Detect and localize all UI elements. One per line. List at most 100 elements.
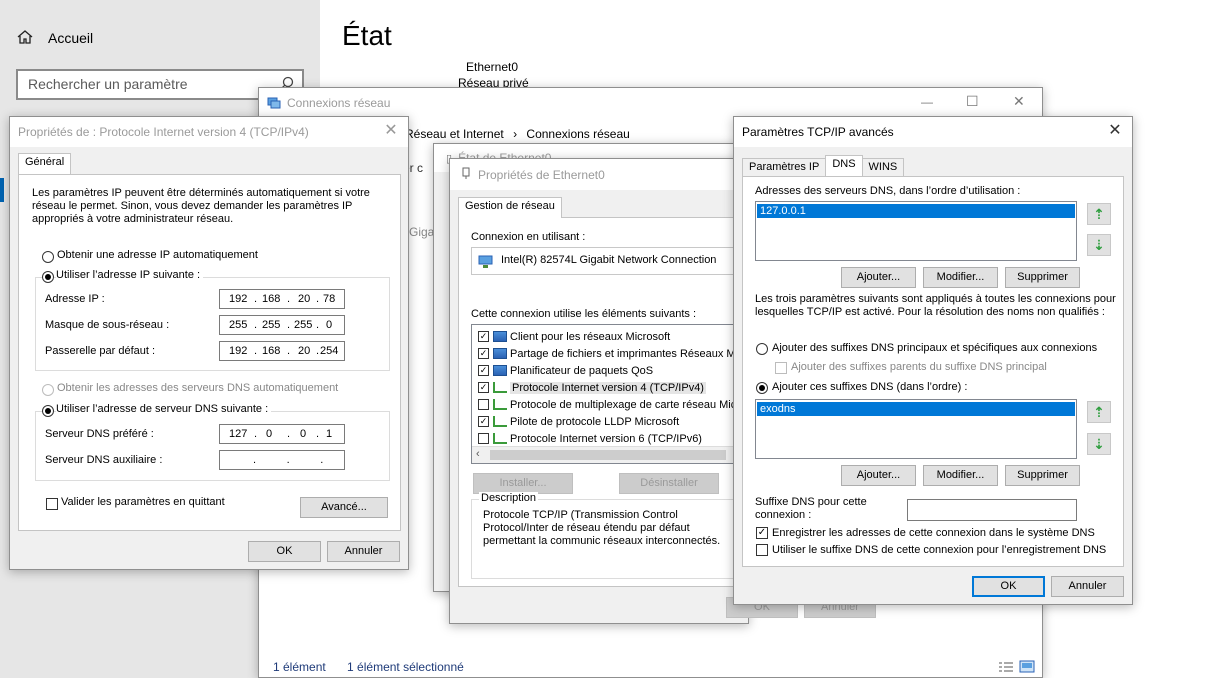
parent-suffix-checkbox[interactable] [775, 362, 787, 374]
list-item[interactable]: Protocole Internet version 6 (TCP/IPv6) [478, 430, 702, 447]
list-item[interactable]: 127.0.0.1 [757, 204, 1075, 218]
install-button[interactable]: Installer... [473, 473, 573, 494]
list-item[interactable]: ✓ Partage de fichiers et imprimantes Rés… [478, 345, 742, 362]
gateway-octet: 192 [229, 345, 248, 357]
close-button[interactable]: ✕ [1104, 122, 1126, 142]
home-nav-item[interactable]: Accueil [16, 28, 93, 48]
advanced-button[interactable]: Avancé... [300, 497, 388, 518]
list-item[interactable]: ✓ Pilote de protocole LLDP Microsoft [478, 413, 679, 430]
suffix-move-up-icon[interactable]: ⇡ [1087, 401, 1111, 423]
network-adapter-icon [478, 255, 494, 272]
dns-servers-list[interactable]: 127.0.0.1 [755, 201, 1077, 261]
maximize-button[interactable]: ☐ [966, 93, 979, 110]
register-checkbox[interactable]: ✓ [756, 527, 768, 539]
item-checkbox[interactable]: ✓ [478, 416, 489, 427]
auto-ip-radio[interactable] [42, 251, 54, 263]
item-checkbox[interactable]: ✓ [478, 382, 489, 393]
primary-suffix-label: Ajouter des suffixes DNS principaux et s… [772, 342, 1098, 354]
tab-general[interactable]: Général [18, 153, 72, 174]
ipv4-title: Propriétés de : Protocole Internet versi… [18, 125, 309, 139]
gateway-field[interactable]: 192. 168. 20. 254 [219, 341, 345, 361]
suffix-add-button[interactable]: Ajouter... [841, 465, 916, 486]
uninstall-button[interactable]: Désinstaller [619, 473, 719, 494]
manual-dns-radio[interactable] [42, 405, 54, 417]
item-label: Client pour les réseaux Microsoft [510, 330, 671, 343]
item-checkbox[interactable]: ✓ [478, 331, 489, 342]
validate-checkbox[interactable] [46, 498, 58, 510]
dot: . [254, 319, 258, 331]
large-icons-view-icon[interactable] [1019, 660, 1035, 676]
suffix-delete-button[interactable]: Supprimer [1005, 465, 1080, 486]
tab-wins[interactable]: WINS [861, 158, 905, 176]
breadcrumb-network-connections[interactable]: Connexions réseau [526, 127, 629, 141]
list-item[interactable]: exodns [757, 402, 1075, 416]
dns-delete-button[interactable]: Supprimer [1005, 267, 1080, 288]
primary-suffix-radio[interactable] [756, 343, 768, 355]
move-down-icon[interactable]: ⇣ [1087, 234, 1111, 256]
suffix-modify-button[interactable]: Modifier... [923, 465, 998, 486]
nav-selection-indicator [0, 178, 4, 202]
horizontal-scrollbar[interactable]: ‹ [472, 446, 742, 463]
item-label: Pilote de protocole LLDP Microsoft [510, 415, 680, 428]
dns-add-button[interactable]: Ajouter... [841, 267, 916, 288]
description-label: Description [479, 492, 539, 504]
details-view-icon[interactable] [998, 661, 1014, 676]
dot: . [254, 345, 258, 357]
minimize-button[interactable]: — [921, 95, 933, 109]
dns-servers-label: Adresses des serveurs DNS, dans l’ordre … [755, 185, 1021, 197]
use-suffix-checkbox[interactable] [756, 544, 768, 556]
breadcrumb-network-internet[interactable]: Réseau et Internet [405, 127, 504, 141]
item-checkbox[interactable]: ✓ [478, 365, 489, 376]
network-tab-panel: Connexion en utilisant : Intel(R) 82574L… [458, 217, 743, 587]
scrollbar-thumb[interactable] [490, 450, 726, 460]
list-item[interactable]: ✓ Client pour les réseaux Microsoft [478, 328, 670, 345]
manual-ip-radio[interactable] [42, 271, 54, 283]
ethernet-properties-title: Propriétés de Ethernet0 [478, 167, 605, 182]
close-button[interactable]: ✕ [380, 122, 402, 142]
tcpip-advanced-titlebar: Paramètres TCP/IP avancés ✕ [734, 117, 1132, 147]
search-placeholder: Rechercher un paramètre [28, 76, 188, 92]
ipv4-ok-button[interactable]: OK [248, 541, 321, 562]
alternate-dns-field[interactable]: . . . [219, 450, 345, 470]
scroll-left-icon[interactable]: ‹ [476, 448, 480, 460]
connection-suffix-input[interactable] [907, 499, 1077, 521]
register-label: Enregistrer les adresses de cette connex… [772, 527, 1095, 539]
alternate-dns-label: Serveur DNS auxiliaire : [45, 454, 163, 466]
subnet-mask-field[interactable]: 255. 255. 255. 0 [219, 315, 345, 335]
tcpip-advanced-title: Paramètres TCP/IP avancés [742, 125, 894, 139]
dns-octet: 0 [300, 428, 307, 440]
dot: . [254, 293, 258, 305]
preferred-dns-field[interactable]: 127. 0. 0. 1 [219, 424, 345, 444]
dot: . [287, 345, 291, 357]
dot: . [316, 293, 320, 305]
suffix-move-down-icon[interactable]: ⇣ [1087, 433, 1111, 455]
general-tab-panel: Les paramètres IP peuvent être déterminé… [18, 174, 401, 531]
ipv4-cancel-button[interactable]: Annuler [327, 541, 400, 562]
these-suffixes-radio[interactable] [756, 382, 768, 394]
item-checkbox[interactable] [478, 433, 489, 444]
list-item[interactable]: ✓ Protocole Internet version 4 (TCP/IPv4… [478, 379, 706, 396]
list-item[interactable]: ✓ Planificateur de paquets QoS [478, 362, 653, 379]
auto-dns-radio[interactable] [42, 384, 54, 396]
gateway-octet: 168 [262, 345, 281, 357]
item-checkbox[interactable] [478, 399, 489, 410]
tab-network-management[interactable]: Gestion de réseau [458, 197, 562, 218]
manual-dns-group [35, 411, 390, 481]
close-button[interactable]: ✕ [1013, 93, 1025, 110]
ipv4-properties-window: Propriétés de : Protocole Internet versi… [9, 116, 409, 570]
tab-ip-settings[interactable]: Paramètres IP [742, 158, 827, 176]
manual-dns-label: Utiliser l’adresse de serveur DNS suivan… [56, 403, 272, 415]
components-list[interactable]: ✓ Client pour les réseaux Microsoft ✓ Pa… [471, 324, 743, 464]
move-up-icon[interactable]: ⇡ [1087, 203, 1111, 225]
list-item[interactable]: Protocole de multiplexage de carte résea… [478, 396, 740, 413]
tcpip-cancel-button[interactable]: Annuler [1051, 576, 1124, 597]
tab-dns[interactable]: DNS [825, 155, 863, 176]
tcpip-ok-button[interactable]: OK [972, 576, 1045, 597]
home-label: Accueil [48, 30, 94, 46]
status-selected: 1 élément sélectionné [347, 660, 464, 674]
item-checkbox[interactable]: ✓ [478, 348, 489, 359]
dns-suffix-list[interactable]: exodns [755, 399, 1077, 459]
ip-address-field[interactable]: 192. 168. 20. 78 [219, 289, 345, 309]
ip-octet: 78 [323, 293, 336, 305]
dns-modify-button[interactable]: Modifier... [923, 267, 998, 288]
